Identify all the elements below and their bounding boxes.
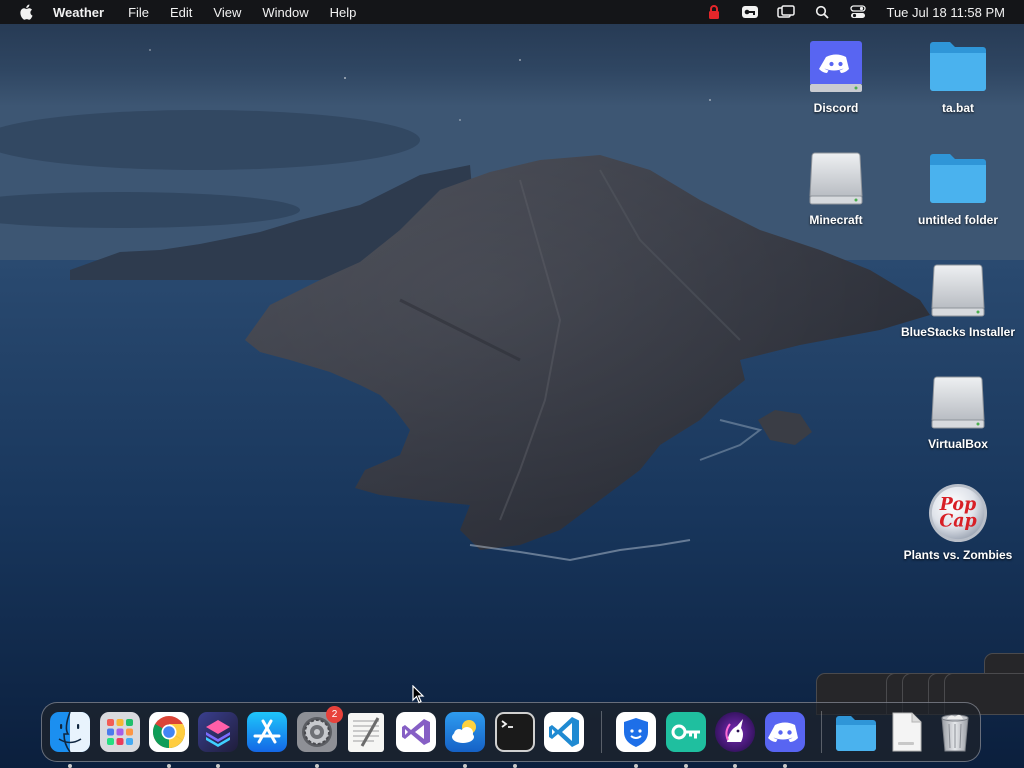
dock-separator <box>601 711 602 753</box>
screen-mirroring-icon[interactable] <box>775 3 797 21</box>
running-indicator <box>315 764 319 768</box>
apple-menu-icon[interactable] <box>18 3 34 21</box>
menu-bar: Weather File Edit View Window Help Tue J… <box>0 0 1024 24</box>
vscode-icon <box>544 712 584 752</box>
running-indicator <box>216 764 220 768</box>
lock-icon[interactable] <box>703 3 725 21</box>
desktop-icon-label: VirtualBox <box>928 437 988 451</box>
folder-icon <box>928 36 988 96</box>
launchpad-icon <box>100 712 140 752</box>
shield-icon <box>616 712 656 752</box>
running-indicator <box>68 764 72 768</box>
running-indicator <box>783 764 787 768</box>
desktop-icon-label: untitled folder <box>918 213 998 227</box>
document-icon <box>892 712 922 752</box>
desktop-icon-plants-vs-zombies[interactable]: Pop Cap Plants vs. Zombies <box>898 483 1018 563</box>
discord-disk-icon <box>806 36 866 96</box>
dock-key-vpn[interactable] <box>664 710 708 768</box>
terminal-icon <box>495 712 535 752</box>
dock-terminal[interactable] <box>493 710 537 768</box>
menu-bar-status-area: Tue Jul 18 11:58 PM <box>696 0 1024 24</box>
running-indicator <box>513 764 517 768</box>
running-indicator <box>167 764 171 768</box>
weather-icon <box>445 712 485 752</box>
dock-trash[interactable] <box>933 710 977 754</box>
dock-document[interactable] <box>884 710 928 754</box>
running-indicator <box>684 764 688 768</box>
desktop-icon-untitled-folder[interactable]: untitled folder <box>898 148 1018 228</box>
dock-weather[interactable] <box>443 710 487 768</box>
desktop-icon-label: Discord <box>813 101 859 115</box>
dock-downloads-folder[interactable] <box>834 710 878 754</box>
menu-view[interactable]: View <box>213 5 241 20</box>
discord-icon <box>765 712 805 752</box>
shortcuts-icon <box>198 712 238 752</box>
visual-studio-icon <box>396 712 436 752</box>
chrome-icon <box>149 712 189 752</box>
app-store-icon <box>247 712 287 752</box>
dock-visual-studio[interactable] <box>394 710 438 754</box>
textedit-icon <box>348 713 384 752</box>
unicorn-icon <box>715 712 755 752</box>
dock-betternet-vpn[interactable] <box>614 710 658 768</box>
menu-help[interactable]: Help <box>330 5 357 20</box>
desktop-icon-virtualbox[interactable]: VirtualBox <box>898 372 1018 452</box>
dock: 2 <box>41 702 981 768</box>
desktop-icon-discord[interactable]: Discord <box>776 36 896 116</box>
folder-icon <box>928 148 988 208</box>
control-center-icon[interactable] <box>847 3 869 21</box>
desktop-icon-ta-bat[interactable]: ta.bat <box>898 36 1018 116</box>
finder-icon <box>50 711 90 753</box>
desktop-icon-label: BlueStacks Installer <box>900 325 1016 339</box>
dock-unicorn-browser[interactable] <box>713 710 757 768</box>
running-indicator <box>463 764 467 768</box>
menu-bar-clock[interactable]: Tue Jul 18 11:58 PM <box>886 5 1005 20</box>
desktop-icon-bluestacks-installer[interactable]: BlueStacks Installer <box>898 260 1018 340</box>
spotlight-search-icon[interactable] <box>811 3 833 21</box>
dock-separator <box>821 711 822 753</box>
disk-image-icon <box>928 372 988 432</box>
notification-badge: 2 <box>326 706 343 723</box>
dock-shortcuts[interactable] <box>196 710 240 768</box>
trash-icon <box>941 714 969 752</box>
dock-google-chrome[interactable] <box>147 710 191 768</box>
menu-edit[interactable]: Edit <box>170 5 192 20</box>
dock-finder[interactable] <box>48 710 92 768</box>
dock-textedit[interactable] <box>344 710 388 754</box>
dock-visual-studio-code[interactable] <box>542 710 586 754</box>
dock-launchpad[interactable] <box>98 710 142 754</box>
dock-system-settings[interactable]: 2 <box>295 706 343 768</box>
desktop-icon-minecraft[interactable]: Minecraft <box>776 148 896 228</box>
dock-discord[interactable] <box>763 710 807 768</box>
disk-image-icon <box>806 148 866 208</box>
desktop-icon-label: ta.bat <box>941 101 974 115</box>
folder-icon <box>836 716 876 751</box>
vpn-key-icon[interactable] <box>739 3 761 21</box>
popcap-logo-text: Cap <box>939 512 976 532</box>
menu-file[interactable]: File <box>128 5 149 20</box>
running-indicator <box>733 764 737 768</box>
disk-image-icon <box>928 260 988 320</box>
dock-app-store[interactable] <box>245 710 289 754</box>
popcap-logo-icon: Pop Cap <box>928 483 988 543</box>
running-indicator <box>634 764 638 768</box>
desktop-icon-label: Minecraft <box>809 213 863 227</box>
menu-app-name[interactable]: Weather <box>53 5 104 20</box>
mouse-pointer-icon <box>412 684 425 709</box>
key-icon <box>666 712 706 752</box>
desktop-icon-label: Plants vs. Zombies <box>903 548 1013 562</box>
menu-window[interactable]: Window <box>262 5 308 20</box>
